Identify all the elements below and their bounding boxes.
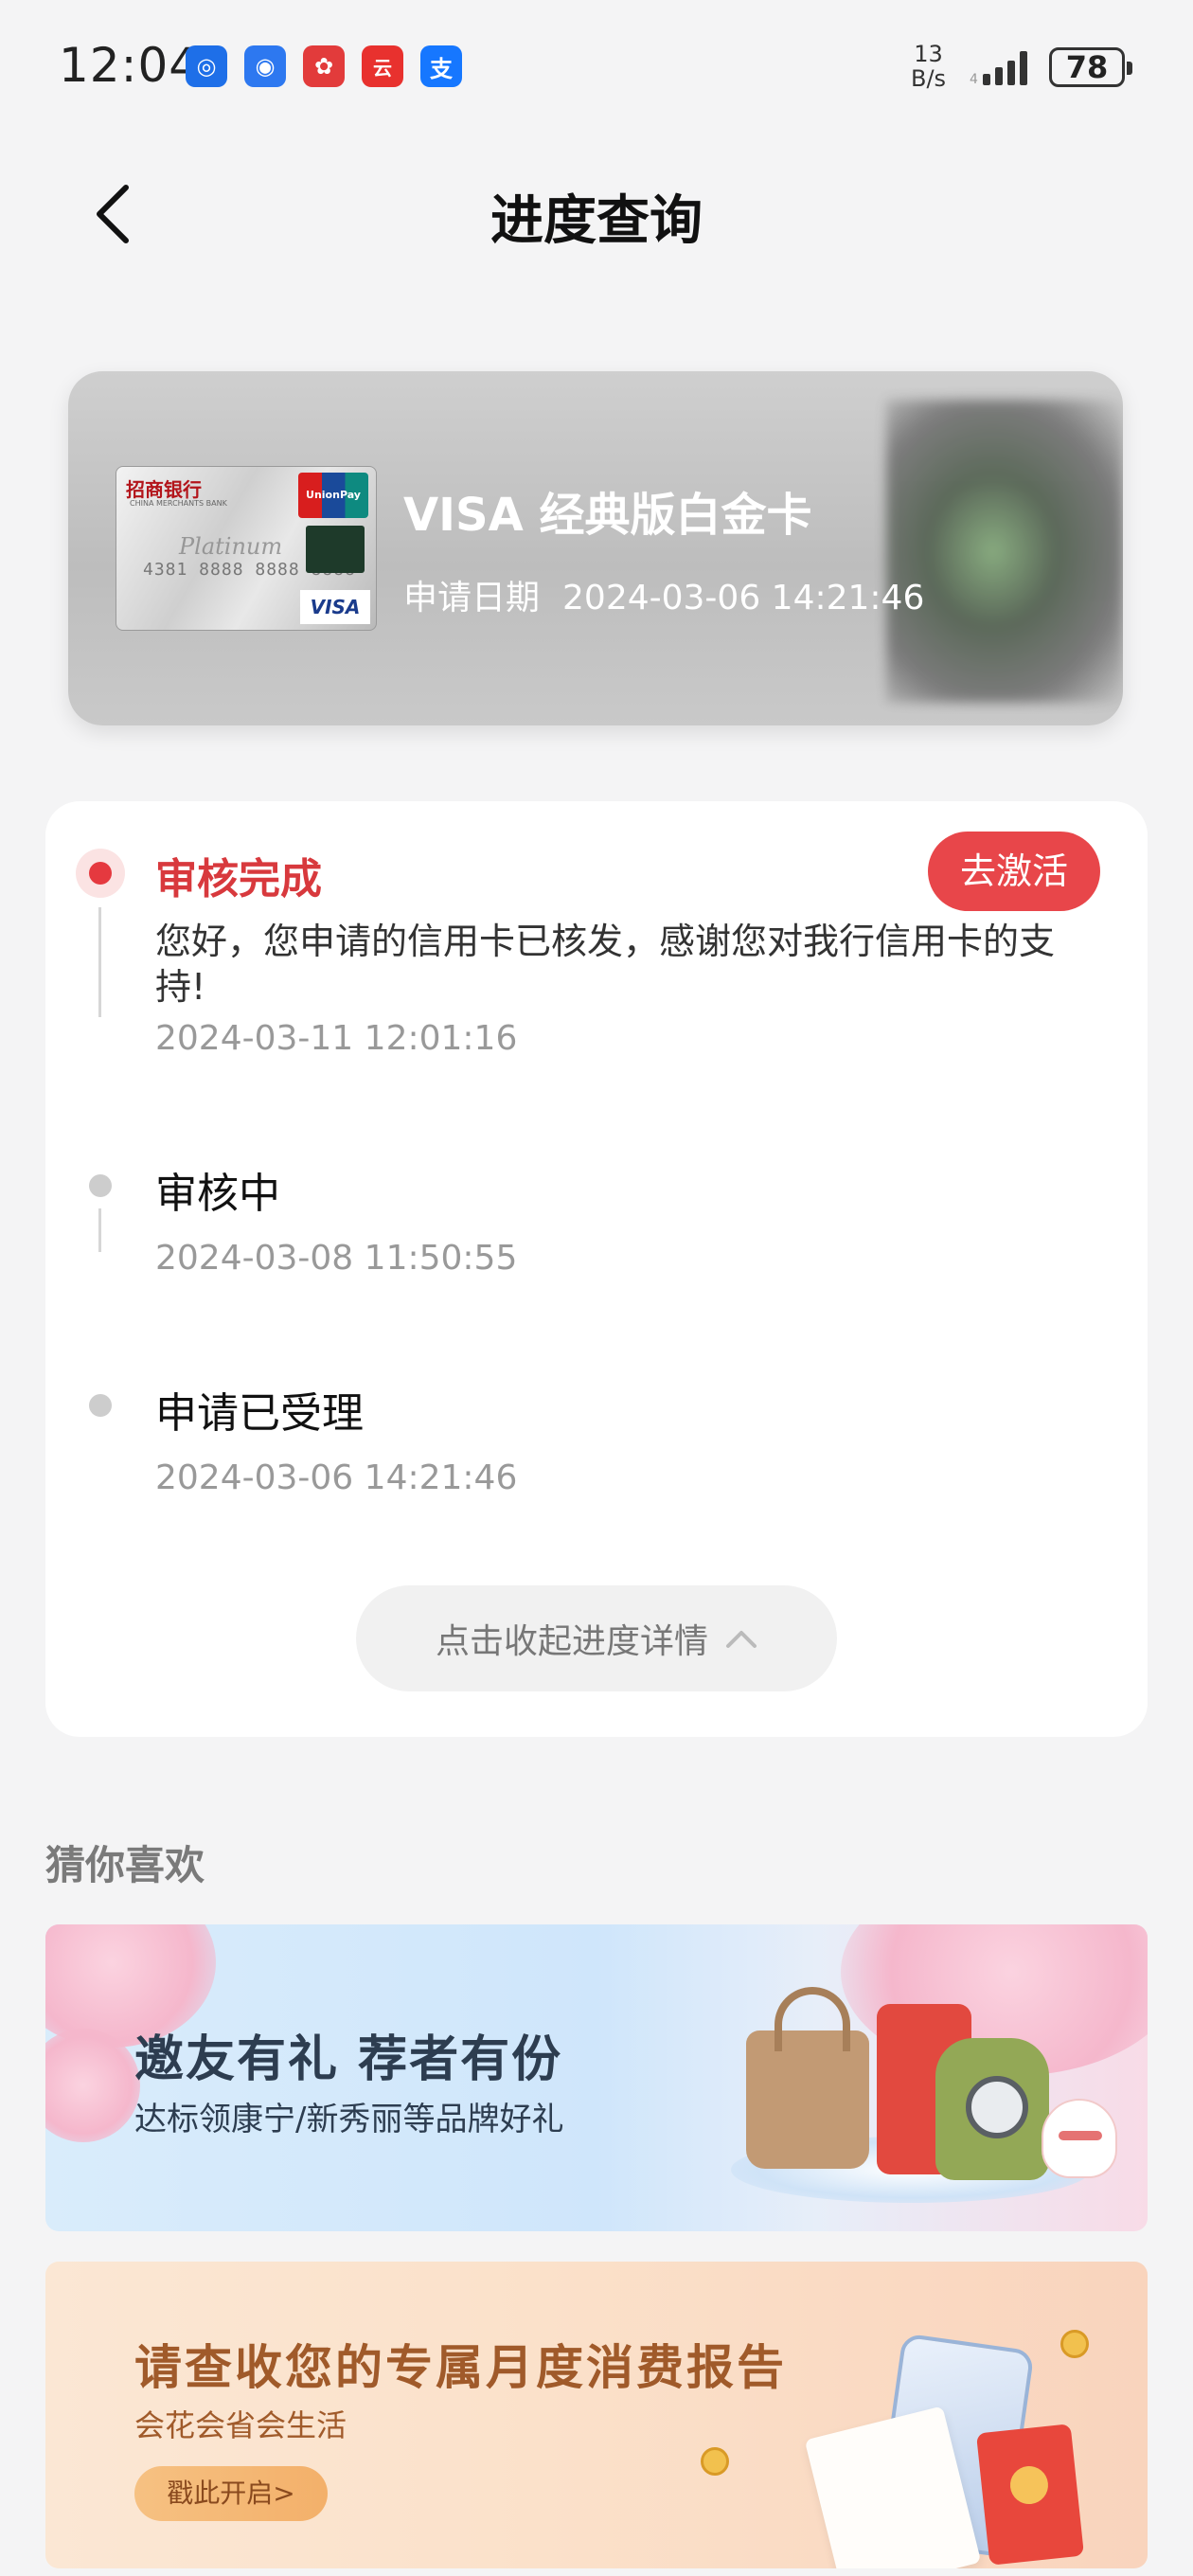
blue-app-icon: ◎ <box>186 45 227 87</box>
step-title-reviewing: 审核中 <box>155 1170 280 1218</box>
card-background-blur <box>886 400 1123 703</box>
collapse-details-button[interactable]: 点击收起进度详情 <box>356 1585 837 1691</box>
application-date-value: 2024-03-06 14:21:46 <box>562 579 925 617</box>
timeline-line <box>98 907 101 1017</box>
invite-friends-banner[interactable]: 邀友有礼 荐者有份 达标领康宁/新秀丽等品牌好礼 <box>45 1924 1148 2231</box>
activate-button[interactable]: 去激活 <box>928 832 1100 911</box>
banner-title: 邀友有礼 荐者有份 <box>134 2030 563 2088</box>
step-description: 您好，您申请的信用卡已核发，感谢您对我行信用卡的支持! <box>155 921 1056 1008</box>
recommend-section-title: 猜你喜欢 <box>45 1842 205 1888</box>
monthly-report-banner[interactable]: 请查收您的专属月度消费报告 会花会省会生活 戳此开启> <box>45 2262 1148 2568</box>
visa-logo-icon: VISA <box>300 590 370 624</box>
timeline-dot <box>89 1394 112 1417</box>
collapse-details-label: 点击收起进度详情 <box>435 1622 708 1661</box>
svg-text:4: 4 <box>970 72 978 87</box>
status-time: 12:04 <box>59 38 201 93</box>
status-bar: 12:04 ◎ ◉ ✿ 云 支 13 B/s 4 78 <box>0 0 1193 133</box>
alipay-icon: 支 <box>420 45 462 87</box>
network-speed: 13 B/s <box>911 42 946 91</box>
banner-title: 请查收您的专属月度消费报告 <box>134 2339 787 2395</box>
banner-subtitle: 会花会省会生活 <box>134 2407 347 2443</box>
signal-icon: 4 <box>970 51 1027 87</box>
notification-icons: ◎ ◉ ✿ 云 支 <box>186 45 462 87</box>
timeline-dot <box>89 1174 112 1197</box>
timeline-dot-active <box>76 849 125 898</box>
step-time: 2024-03-08 11:50:55 <box>155 1239 518 1278</box>
coin-icon <box>701 2447 729 2476</box>
card-name: VISA 经典版白金卡 <box>403 489 812 542</box>
card-bank-logo: 招商银行 <box>126 478 202 501</box>
timeline-line <box>98 1208 101 1252</box>
progress-panel: 审核完成 去激活 您好，您申请的信用卡已核发，感谢您对我行信用卡的支持! 202… <box>45 801 1148 1737</box>
red-packet-icon <box>975 2424 1085 2566</box>
cloudpay-app-icon: 云 <box>362 45 403 87</box>
handbag-icon <box>746 1987 869 2169</box>
card-hologram-icon <box>306 526 365 573</box>
red-flower-app-icon: ✿ <box>303 45 345 87</box>
battery-icon: 78 <box>1049 47 1132 87</box>
progress-query-page: 12:04 ◎ ◉ ✿ 云 支 13 B/s 4 78 进度查询 招商银行 CH… <box>0 0 1193 2576</box>
application-date-row: 申请日期 2024-03-06 14:21:46 <box>403 570 924 619</box>
application-date-label: 申请日期 <box>403 579 541 617</box>
unionpay-logo-icon: UnionPay <box>298 473 368 518</box>
banner-subtitle: 达标领康宁/新秀丽等品牌好礼 <box>134 2101 564 2138</box>
open-report-button[interactable]: 戳此开启> <box>134 2466 328 2521</box>
step-time: 2024-03-11 12:01:16 <box>155 1019 518 1058</box>
chevron-up-icon <box>726 1631 757 1648</box>
blue-circle-app-icon: ◉ <box>244 45 286 87</box>
card-image: 招商银行 CHINA MERCHANTS BANK Platinum 4381 … <box>116 466 377 631</box>
page-header: 进度查询 <box>0 133 1193 294</box>
air-fryer-icon <box>935 2038 1049 2180</box>
network-speed-unit: B/s <box>911 65 947 92</box>
step-time: 2024-03-06 14:21:46 <box>155 1458 518 1497</box>
page-title: 进度查询 <box>490 190 703 252</box>
network-speed-value: 13 <box>914 41 943 67</box>
card-info-panel[interactable]: 招商银行 CHINA MERCHANTS BANK Platinum 4381 … <box>68 371 1123 725</box>
step-title-accepted: 申请已受理 <box>155 1389 364 1438</box>
lucky-cat-icon <box>1042 2099 1117 2178</box>
coin-icon <box>1060 2330 1089 2358</box>
step-title-approved: 审核完成 <box>155 855 322 903</box>
card-bank-name-en: CHINA MERCHANTS BANK <box>130 499 227 508</box>
card-series-mark: Platinum <box>179 533 283 560</box>
